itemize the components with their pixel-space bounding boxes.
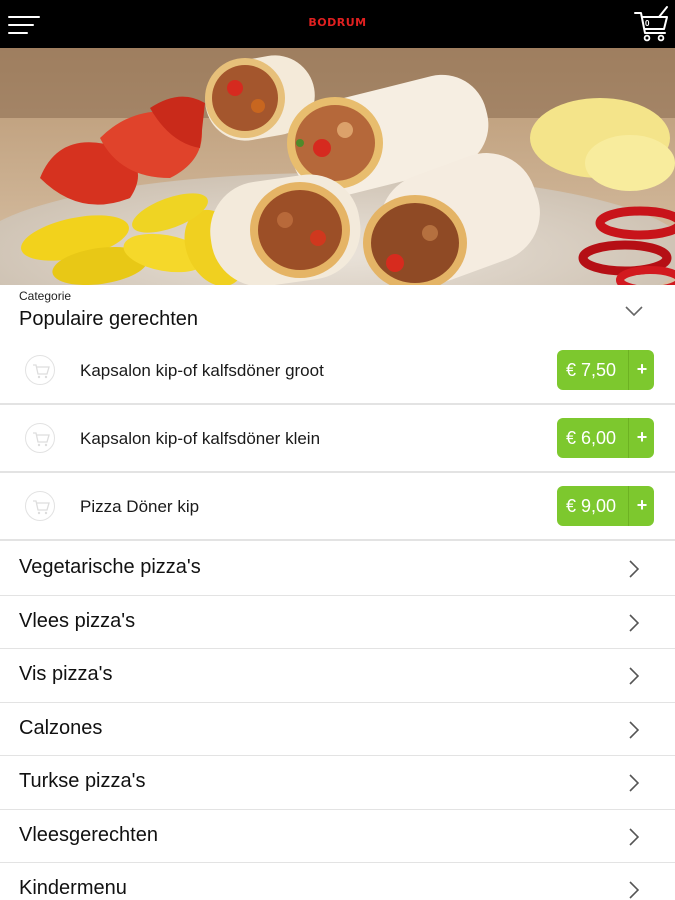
product-price: € 9,00: [566, 496, 617, 516]
category-selector[interactable]: Categorie Populaire gerechten: [0, 285, 675, 337]
category-item-calzones[interactable]: Calzones: [0, 702, 675, 756]
category-item-kindermenu[interactable]: Kindermenu: [0, 863, 675, 900]
product-price: € 6,00: [566, 428, 617, 448]
product-price: € 7,50: [566, 360, 617, 380]
cart-add-icon: [25, 491, 55, 521]
product-name: Kapsalon kip-of kalfsdöner klein: [80, 429, 321, 448]
cart-add-icon: [25, 423, 55, 453]
product-name: Pizza Döner kip: [80, 497, 200, 516]
product-name: Kapsalon kip-of kalfsdöner groot: [80, 361, 324, 380]
category-label: Vlees pizza's: [19, 609, 136, 632]
button-divider: [628, 350, 629, 390]
product-row: Kapsalon kip-of kalfsdöner klein € 6,00 …: [0, 405, 675, 473]
add-to-cart-button[interactable]: € 7,50 +: [557, 350, 654, 390]
cart-add-icon: [25, 355, 55, 385]
shopping-cart-icon: [634, 6, 668, 42]
chevron-right-icon: [629, 560, 639, 578]
category-item-turkse-pizzas[interactable]: Turkse pizza's: [0, 756, 675, 810]
plus-icon: +: [636, 427, 648, 447]
add-to-cart-button[interactable]: € 9,00 +: [557, 486, 654, 526]
plus-icon: +: [636, 495, 648, 515]
chevron-right-icon: [629, 827, 639, 846]
popular-products-list: Kapsalon kip-of kalfsdöner groot € 7,50 …: [0, 337, 675, 541]
chevron-right-icon: [629, 774, 639, 792]
product-row: Kapsalon kip-of kalfsdöner groot € 7,50 …: [0, 337, 675, 405]
top-app-bar: BODRUM 0: [0, 0, 675, 48]
chevron-right-icon: [629, 667, 639, 685]
category-label: Turkse pizza's: [19, 770, 146, 792]
category-item-vleesgerechten[interactable]: Vleesgerechten: [0, 809, 675, 863]
chevron-right-icon: [629, 613, 639, 632]
cart-count-badge: 0: [645, 19, 650, 28]
product-row: Pizza Döner kip € 9,00 +: [0, 473, 675, 541]
category-label: Kindermenu: [19, 877, 127, 899]
category-list: Vegetarische pizza's Vlees pizza's Vis p…: [0, 542, 675, 900]
chevron-down-icon[interactable]: [625, 305, 643, 317]
brand-logo: BODRUM: [308, 16, 367, 29]
category-item-vegetarische-pizzas[interactable]: Vegetarische pizza's: [0, 542, 675, 596]
chevron-right-icon: [629, 881, 639, 899]
category-label: Vleesgerechten: [19, 823, 158, 846]
shopping-cart-button[interactable]: 0: [633, 5, 671, 43]
category-label: Calzones: [19, 716, 103, 739]
category-item-vis-pizzas[interactable]: Vis pizza's: [0, 649, 675, 703]
selected-category-title: Populaire gerechten: [19, 308, 199, 330]
category-item-vlees-pizzas[interactable]: Vlees pizza's: [0, 595, 675, 649]
category-caption: Categorie: [19, 289, 72, 303]
plus-icon: +: [636, 359, 648, 379]
hero-food-image: [0, 48, 675, 285]
category-label: Vegetarische pizza's: [19, 556, 201, 578]
add-to-cart-button[interactable]: € 6,00 +: [557, 418, 654, 458]
category-label: Vis pizza's: [19, 663, 113, 685]
button-divider: [628, 486, 629, 526]
chevron-right-icon: [629, 720, 639, 739]
button-divider: [628, 418, 629, 458]
